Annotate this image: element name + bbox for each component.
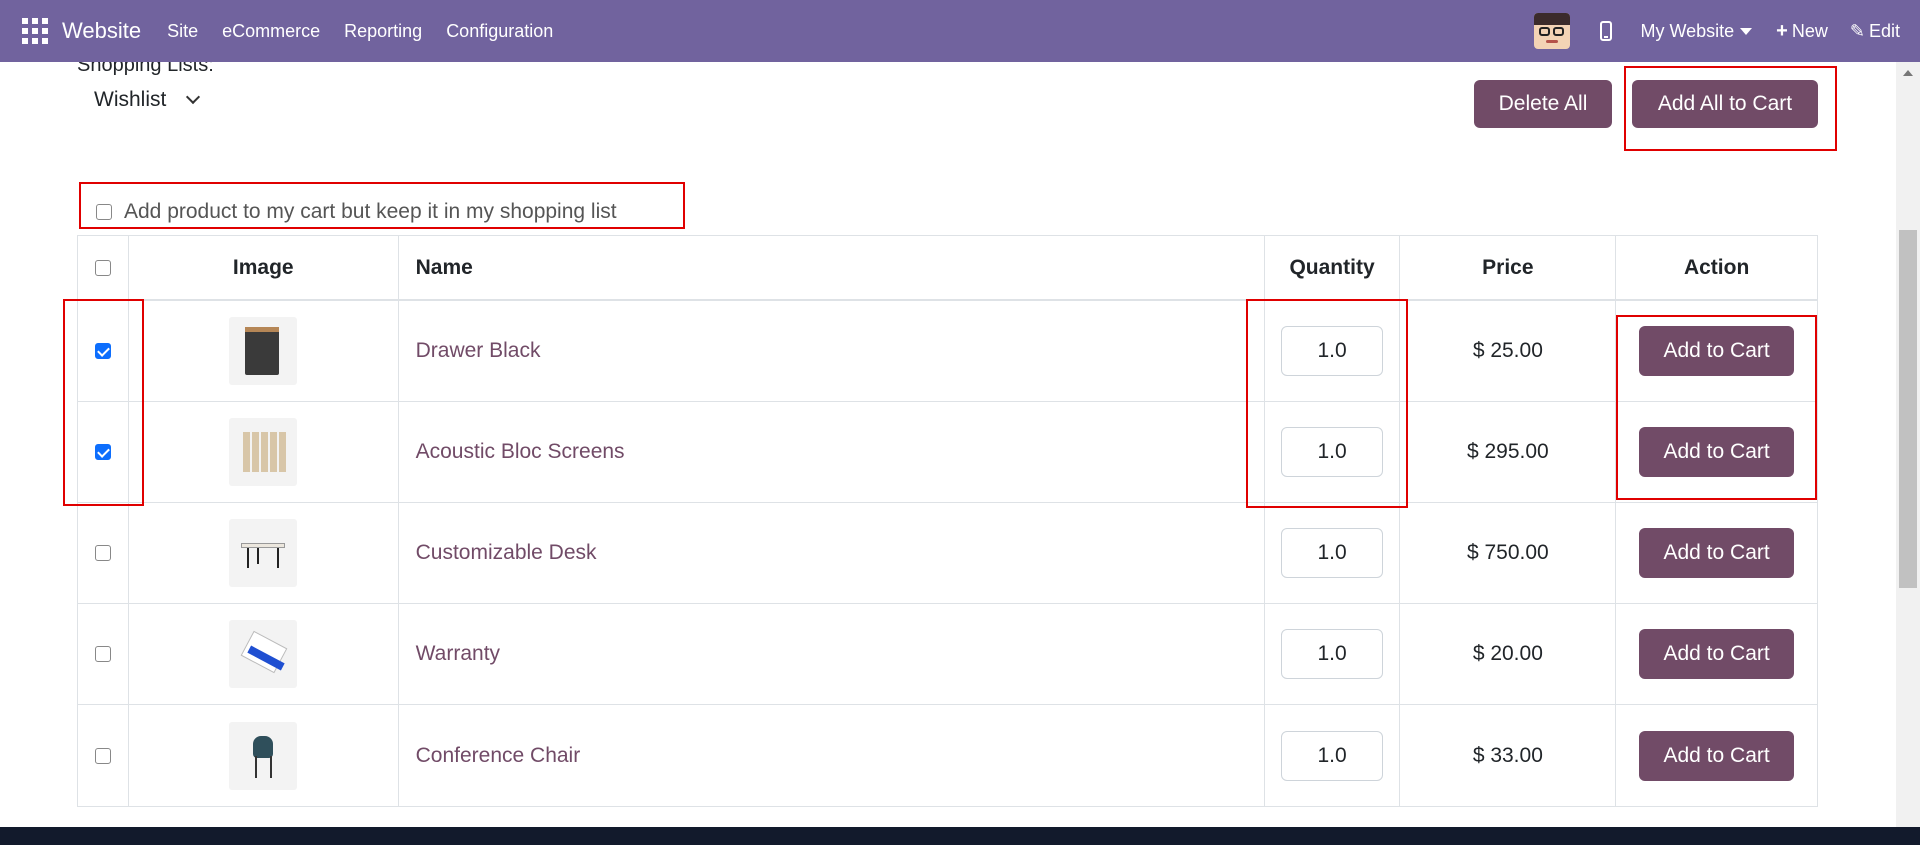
warranty-icon[interactable] <box>229 620 298 688</box>
add-to-cart-button[interactable]: Add to Cart <box>1639 629 1795 679</box>
row-checkbox[interactable] <box>94 343 111 359</box>
table-row: Acoustic Bloc Screens $ 295.00 Add to Ca… <box>78 402 1817 503</box>
delete-all-button[interactable]: Delete All <box>1474 80 1612 128</box>
product-price: $ 750.00 <box>1466 541 1549 564</box>
menu-reporting[interactable]: Reporting <box>332 21 434 42</box>
scroll-up-arrow-icon[interactable] <box>1903 70 1913 76</box>
new-button[interactable]: + New <box>1776 20 1828 43</box>
menu-ecommerce[interactable]: eCommerce <box>210 21 332 42</box>
row-checkbox[interactable] <box>94 747 111 764</box>
mobile-preview-icon[interactable] <box>1600 21 1613 41</box>
website-selector[interactable]: My Website <box>1640 20 1753 42</box>
product-price: $ 295.00 <box>1466 440 1549 463</box>
shopping-list-selector[interactable]: Wishlist <box>94 88 201 112</box>
screen-icon[interactable] <box>229 418 298 486</box>
plus-icon: + <box>1776 19 1788 42</box>
quantity-input[interactable] <box>1281 629 1384 679</box>
add-to-cart-button[interactable]: Add to Cart <box>1639 528 1795 578</box>
table-row: Warranty $ 20.00 Add to Cart <box>78 604 1817 705</box>
row-checkbox[interactable] <box>94 444 111 460</box>
row-checkbox[interactable] <box>94 646 111 662</box>
product-name-link[interactable]: Customizable Desk <box>416 541 597 565</box>
top-navbar: Website Site eCommerce Reporting Configu… <box>0 0 1920 62</box>
product-name-link[interactable]: Warranty <box>416 642 500 666</box>
quantity-input[interactable] <box>1281 528 1384 578</box>
add-all-to-cart-button[interactable]: Add All to Cart <box>1632 80 1818 128</box>
header-quantity: Quantity <box>1265 236 1401 299</box>
edit-button-label: Edit <box>1868 20 1900 41</box>
header-name: Name <box>399 236 1265 299</box>
website-selector-label: My Website <box>1640 20 1735 41</box>
apps-grid-icon[interactable] <box>22 18 48 44</box>
product-name-link[interactable]: Drawer Black <box>416 339 541 363</box>
quantity-input[interactable] <box>1281 326 1384 376</box>
table-row: Conference Chair $ 33.00 Add to Cart <box>78 705 1817 806</box>
product-price: $ 33.00 <box>1472 743 1543 767</box>
select-all-checkbox[interactable] <box>94 259 111 276</box>
desk-icon[interactable] <box>229 519 298 587</box>
edit-button[interactable]: ✎ Edit <box>1850 21 1900 42</box>
shopping-list-selected: Wishlist <box>94 88 167 111</box>
table-row: Drawer Black $ 25.00 Add to Cart <box>78 301 1817 402</box>
product-price: $ 25.00 <box>1472 339 1543 362</box>
quantity-input[interactable] <box>1281 730 1384 781</box>
product-price: $ 20.00 <box>1472 642 1543 665</box>
keep-in-list-option: Add product to my cart but keep it in my… <box>96 200 617 224</box>
quantity-input[interactable] <box>1281 427 1384 477</box>
product-name-link[interactable]: Acoustic Bloc Screens <box>416 440 625 464</box>
menu-configuration[interactable]: Configuration <box>434 21 565 42</box>
header-action: Action <box>1683 255 1750 279</box>
add-to-cart-button[interactable]: Add to Cart <box>1639 427 1795 477</box>
product-name-link[interactable]: Conference Chair <box>416 744 581 768</box>
row-checkbox[interactable] <box>94 545 111 561</box>
user-avatar[interactable] <box>1534 13 1571 49</box>
pencil-icon: ✎ <box>1849 20 1865 41</box>
app-brand[interactable]: Website <box>62 18 141 44</box>
wishlist-table: Image Name Quantity Price Action Drawer … <box>77 235 1818 807</box>
main-content: Shopping Lists: Wishlist Delete All Add … <box>0 62 1920 827</box>
drawer-icon[interactable] <box>229 317 298 385</box>
new-button-label: New <box>1791 20 1828 41</box>
menu-site[interactable]: Site <box>155 21 210 42</box>
shopping-lists-label: Shopping Lists: <box>77 62 214 76</box>
footer-strip <box>0 827 1920 845</box>
table-header-row: Image Name Quantity Price Action <box>78 236 1817 301</box>
keep-in-list-label: Add product to my cart but keep it in my… <box>124 200 617 223</box>
add-to-cart-button[interactable]: Add to Cart <box>1639 326 1795 376</box>
header-price: Price <box>1400 236 1617 299</box>
header-image: Image <box>129 236 399 299</box>
add-to-cart-button[interactable]: Add to Cart <box>1639 730 1795 781</box>
chair-icon[interactable] <box>229 721 298 790</box>
table-row: Customizable Desk $ 750.00 Add to Cart <box>78 503 1817 604</box>
chevron-down-icon <box>186 89 201 105</box>
keep-in-list-checkbox[interactable] <box>96 204 112 220</box>
scrollbar-thumb[interactable] <box>1899 230 1917 588</box>
caret-down-icon <box>1740 27 1753 35</box>
